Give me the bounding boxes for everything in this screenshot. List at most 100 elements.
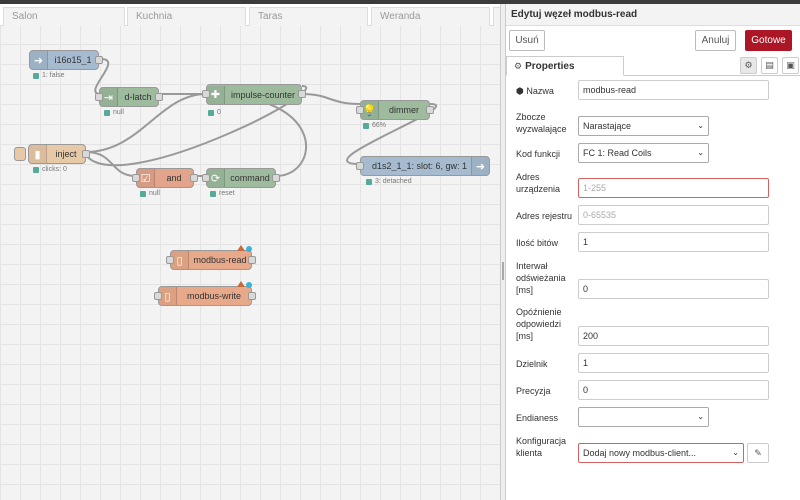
chevron-down-icon: ⌄ (732, 448, 739, 457)
device-address-input[interactable] (578, 178, 769, 198)
arrow-right-icon: ➜ (30, 51, 48, 69)
node-i16o15[interactable]: ➜ i16o15_1 (29, 50, 103, 70)
appearance-icon[interactable]: ▣ (782, 57, 799, 74)
node-label: command (230, 173, 270, 183)
node-and[interactable]: ☑ and (132, 168, 198, 188)
function-code-select[interactable]: FC 1: Read Coils ⌄ (578, 143, 709, 163)
node-impulse-counter[interactable]: ✚ impulse-counter (202, 84, 306, 105)
node-label: modbus-write (186, 291, 242, 301)
grip-icon (502, 262, 504, 280)
input-port[interactable] (202, 174, 210, 182)
status-dot (104, 109, 110, 116)
node-d1s2[interactable]: d1s2_1_1: slot: 6, gw: 1 ➜ (356, 156, 490, 176)
status-dot (208, 109, 214, 116)
arrow-right-icon: ➜ (471, 157, 489, 175)
node-label: d-latch (124, 92, 152, 102)
node-modbus-read[interactable]: ▯ modbus-read (166, 245, 256, 270)
tag-icon: ⬢ (516, 86, 527, 96)
register-address-input[interactable] (578, 205, 769, 225)
output-port[interactable] (82, 150, 90, 158)
input-port[interactable] (356, 162, 364, 170)
refresh-interval-label: Interwał odświeżania [ms] (516, 261, 566, 295)
delete-button[interactable]: Usuń (509, 30, 545, 51)
output-port[interactable] (272, 174, 280, 182)
node-status: clicks: 0 (33, 166, 67, 173)
node-label: d1s2_1_1: slot: 6, gw: 1 (371, 161, 467, 171)
precision-label: Precyzja (516, 386, 551, 396)
tab-properties-label: Properties (525, 61, 575, 72)
input-port[interactable] (132, 174, 140, 182)
divider-input[interactable] (578, 353, 769, 373)
settings-icon[interactable]: ⚙ (740, 57, 757, 74)
chevron-down-icon: ⌄ (697, 148, 704, 157)
node-label: i16o15_1 (54, 55, 92, 65)
node-label: inject (55, 149, 77, 159)
bit-count-label: Ilość bitów (516, 238, 559, 248)
inject-trigger-button[interactable] (14, 147, 26, 161)
output-port[interactable] (155, 93, 163, 101)
status-dot (33, 166, 39, 173)
wire[interactable] (301, 93, 361, 105)
done-button[interactable]: Gotowe (745, 30, 792, 51)
gear-icon: ⚙ (514, 61, 523, 71)
output-port[interactable] (248, 256, 256, 264)
status-dot (140, 190, 146, 197)
response-delay-input[interactable] (578, 326, 769, 346)
node-label: impulse-counter (230, 89, 296, 100)
output-port[interactable] (95, 56, 103, 64)
node-modbus-write[interactable]: ▯ modbus-write (154, 281, 256, 306)
client-config-select[interactable]: Dodaj nowy modbus-client... ⌄ (578, 443, 744, 463)
changed-indicator-icon (246, 282, 252, 288)
node-label: modbus-read (193, 255, 247, 265)
node-status: 3: detached (366, 178, 412, 185)
trigger-select[interactable]: Narastające ⌄ (578, 116, 709, 136)
input-port[interactable] (202, 90, 210, 98)
node-status: 0 (208, 109, 221, 116)
input-port[interactable] (154, 292, 162, 300)
output-port[interactable] (298, 90, 306, 98)
node-command[interactable]: ⟳ command (202, 168, 280, 188)
node-d-latch[interactable]: ⇥ d-latch (95, 87, 163, 107)
wire[interactable] (205, 93, 307, 177)
output-port[interactable] (426, 106, 434, 114)
input-port[interactable] (166, 256, 174, 264)
tab-properties[interactable]: ⚙ Properties (506, 56, 624, 76)
edit-node-panel: Edytuj węzeł modbus-read Usuń Anuluj Got… (506, 4, 800, 500)
panel-tabs: ⚙ Properties ⚙ ▤ ▣ (506, 56, 800, 76)
flow-workspace[interactable]: Salon Kuchnia Taras Weranda ➜ i16o15_1 1… (0, 4, 500, 500)
device-address-label: Adres urządzenia (516, 172, 561, 194)
node-status: reset (210, 190, 235, 197)
input-port[interactable] (95, 93, 103, 101)
status-dot (33, 72, 39, 79)
status-dot (366, 178, 372, 185)
register-address-label: Adres rejestru (516, 211, 573, 221)
node-label: dimmer (388, 105, 419, 115)
endianess-label: Endianess (516, 413, 559, 423)
node-label: and (166, 173, 182, 183)
endianess-select[interactable]: ⌄ (578, 407, 709, 427)
node-status: null (104, 109, 124, 116)
warning-icon (237, 245, 245, 251)
node-status: null (140, 190, 160, 197)
chevron-down-icon: ⌄ (697, 412, 704, 421)
input-port[interactable] (356, 106, 364, 114)
trigger-label: Zbocze wyzwalające (516, 112, 567, 134)
inject-icon: ▮ (29, 145, 47, 163)
bit-count-input[interactable] (578, 232, 769, 252)
cancel-button[interactable]: Anuluj (695, 30, 736, 51)
client-config-label: Konfiguracja klienta (516, 436, 567, 458)
name-input[interactable] (578, 80, 769, 100)
divider-label: Dzielnik (516, 359, 548, 369)
description-icon[interactable]: ▤ (761, 57, 778, 74)
output-port[interactable] (248, 292, 256, 300)
edit-pencil-icon[interactable]: ✎ (747, 443, 769, 463)
precision-input[interactable] (578, 380, 769, 400)
function-code-label: Kod funkcji (516, 149, 561, 159)
output-port[interactable] (190, 174, 198, 182)
node-status: 66% (363, 122, 386, 129)
node-dimmer[interactable]: 💡 dimmer (356, 100, 434, 120)
refresh-interval-input[interactable] (578, 279, 769, 299)
status-dot (210, 190, 216, 197)
node-inject[interactable]: ▮ inject (28, 144, 90, 164)
warning-icon (237, 281, 245, 287)
